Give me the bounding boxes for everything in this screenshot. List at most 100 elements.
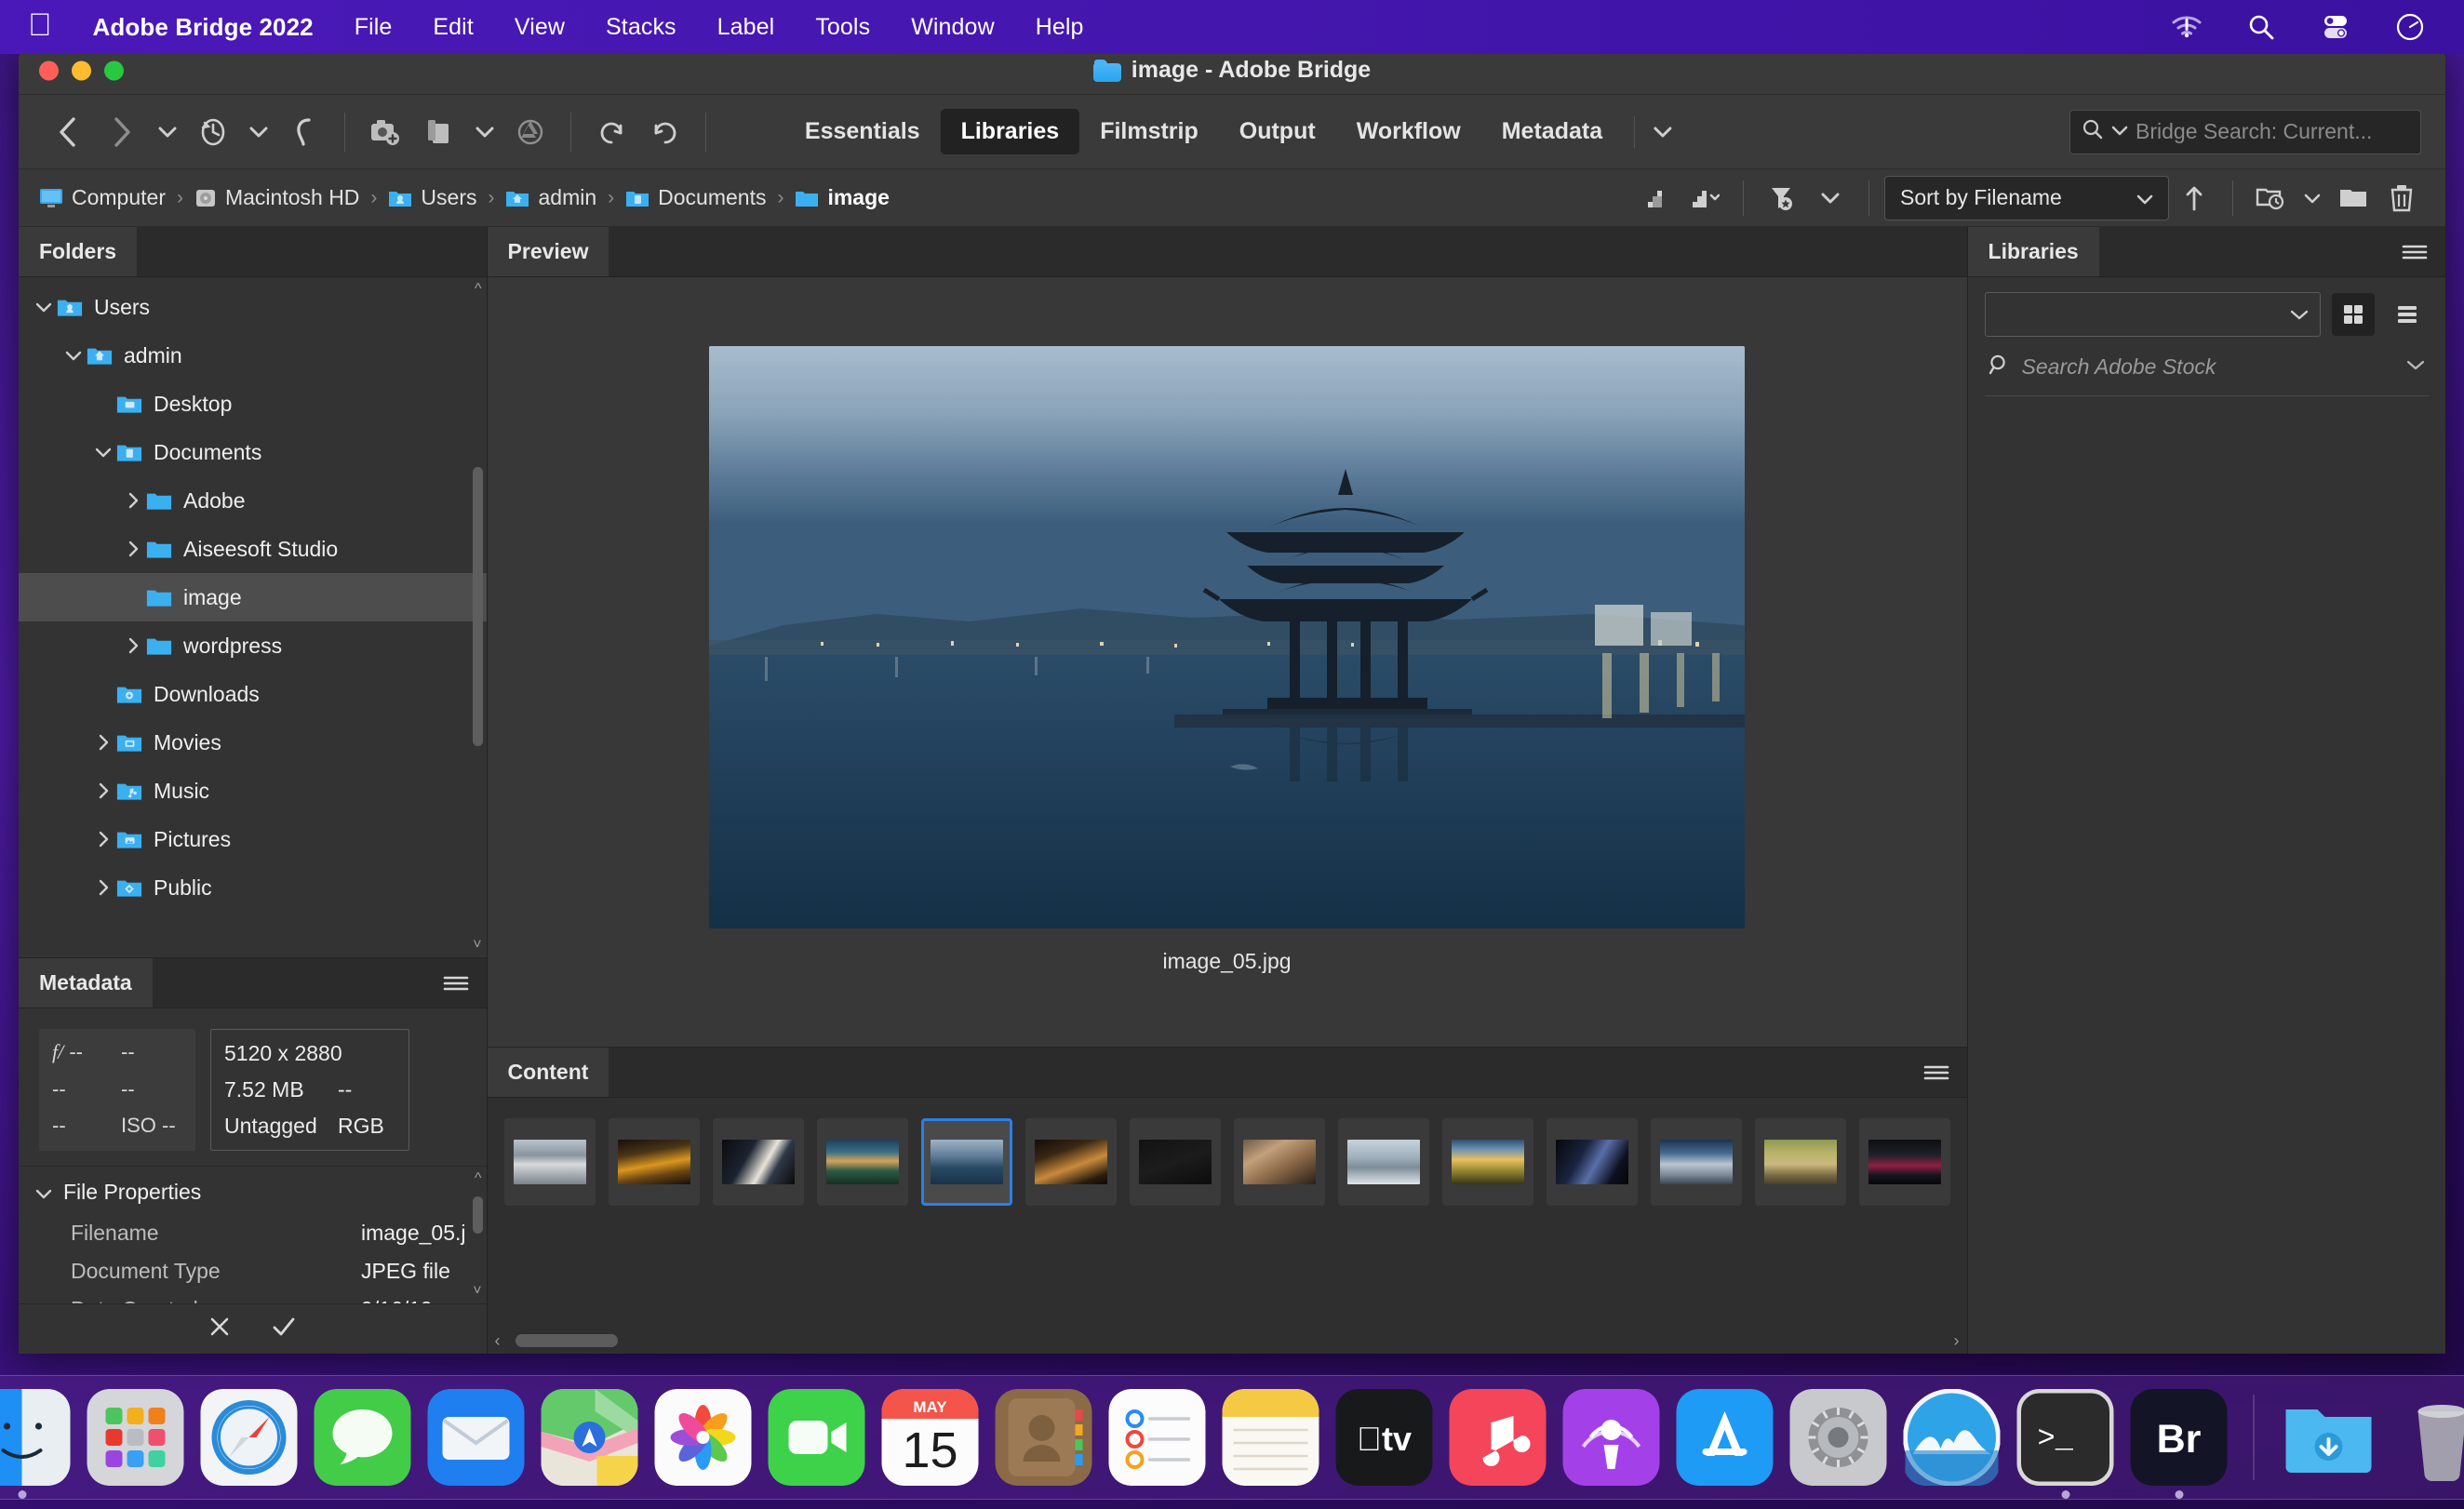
calendar-icon[interactable]: MAY15 <box>882 1389 979 1486</box>
grid-view-icon[interactable] <box>2332 293 2375 336</box>
filter-items-dropdown-icon[interactable] <box>1807 177 1854 220</box>
breadcrumb-image[interactable]: image <box>795 185 889 210</box>
tab-metadata-panel[interactable]: Metadata <box>19 958 153 1008</box>
twisty-right-icon[interactable] <box>91 879 115 896</box>
dock-item-launchpad[interactable] <box>87 1389 184 1486</box>
dock-item-photos[interactable] <box>655 1389 752 1486</box>
minimize-button[interactable] <box>72 60 91 80</box>
control-center-icon[interactable] <box>2317 8 2354 46</box>
recent-history-icon[interactable] <box>188 109 238 155</box>
filter-rating-icon[interactable] <box>1633 177 1680 220</box>
bridge-search-box[interactable]: Bridge Search: Current... <box>2069 110 2421 154</box>
search-input[interactable]: Bridge Search: Current... <box>2136 119 2372 144</box>
tab-preview[interactable]: Preview <box>488 227 609 276</box>
menu-window[interactable]: Window <box>891 14 1015 41</box>
twisty-down-icon[interactable] <box>32 301 56 313</box>
breadcrumb-users[interactable]: Users <box>388 185 476 210</box>
dock-item-messages[interactable] <box>315 1389 411 1486</box>
content-thumbnail-11[interactable] <box>1547 1118 1638 1206</box>
menu-file[interactable]: File <box>334 14 413 41</box>
dock-item-podcasts[interactable] <box>1563 1389 1660 1486</box>
dock-item-mail[interactable] <box>428 1389 525 1486</box>
sort-select[interactable]: Sort by Filename <box>1884 176 2169 220</box>
dock-item-bridge[interactable]: Br <box>2131 1389 2228 1486</box>
trash-icon[interactable] <box>2394 1389 2464 1486</box>
twisty-down-icon[interactable] <box>91 447 115 458</box>
dock-item-music[interactable] <box>1450 1389 1547 1486</box>
appstore-icon[interactable] <box>1677 1389 1774 1486</box>
adobe-stock-search-input[interactable]: Search Adobe Stock <box>2022 354 2216 380</box>
library-select[interactable] <box>1985 292 2321 337</box>
dock-item-finder[interactable] <box>0 1389 71 1486</box>
dock-item-appstore[interactable] <box>1677 1389 1774 1486</box>
finder-icon[interactable] <box>0 1389 71 1486</box>
twisty-right-icon[interactable] <box>91 782 115 799</box>
content-thumbnail-8[interactable] <box>1234 1118 1325 1206</box>
breadcrumb-computer[interactable]: Computer <box>39 185 166 210</box>
new-folder-icon[interactable] <box>2330 177 2377 220</box>
scroll-left-icon[interactable]: ‹ <box>495 1331 501 1351</box>
folder-tree-item-music[interactable]: Music <box>19 767 487 815</box>
dock-item-downloads-folder[interactable] <box>2281 1389 2377 1486</box>
dock-item-terminal[interactable]: >_ <box>2017 1389 2114 1486</box>
menu-stacks[interactable]: Stacks <box>585 14 697 41</box>
breadcrumb-documents[interactable]: Documents <box>625 185 766 210</box>
content-horizontal-scrollbar[interactable]: ‹ › <box>488 1328 1967 1354</box>
file-properties-twisty-down-icon[interactable] <box>35 1180 52 1205</box>
contacts-icon[interactable] <box>996 1389 1092 1486</box>
photos-icon[interactable] <box>655 1389 752 1486</box>
content-thumbnail-grid[interactable] <box>488 1098 1967 1328</box>
get-photos-from-camera-icon[interactable] <box>360 109 410 155</box>
folder-tree-item-public[interactable]: Public <box>19 863 487 912</box>
siri-icon[interactable] <box>2391 8 2429 46</box>
twisty-down-icon[interactable] <box>61 350 86 361</box>
sort-ascending-arrow-icon[interactable] <box>2171 177 2217 220</box>
messages-icon[interactable] <box>315 1389 411 1486</box>
apple-menu-icon[interactable]:  <box>22 9 73 45</box>
podcasts-icon[interactable] <box>1563 1389 1660 1486</box>
close-button[interactable] <box>39 60 59 80</box>
dock-item-notes[interactable] <box>1223 1389 1319 1486</box>
rotate-clockwise-icon[interactable] <box>640 109 690 155</box>
scroll-up-icon[interactable]: ^ <box>475 1170 482 1187</box>
maximize-button[interactable] <box>104 60 124 80</box>
content-thumbnail-4[interactable] <box>817 1118 908 1206</box>
adobe-stock-chevron-down-icon[interactable] <box>2406 359 2425 376</box>
twisty-right-icon[interactable] <box>121 492 145 509</box>
tab-content[interactable]: Content <box>488 1048 609 1097</box>
hamburger-menu-icon[interactable] <box>1906 1048 1967 1097</box>
hamburger-menu-icon[interactable] <box>2384 227 2445 276</box>
tab-libraries[interactable]: Libraries <box>941 109 1080 154</box>
twisty-right-icon[interactable] <box>121 541 145 557</box>
tab-workflow[interactable]: Workflow <box>1336 109 1481 154</box>
content-thumbnail-2[interactable] <box>609 1118 700 1206</box>
folder-tree-item-image[interactable]: image <box>19 573 487 621</box>
search-scope-chevron-down-icon[interactable] <box>2111 124 2128 140</box>
wifi-alert-icon[interactable] <box>2168 8 2205 46</box>
systemsettings-icon[interactable] <box>1790 1389 1887 1486</box>
adobe-stock-search[interactable]: Search Adobe Stock <box>1985 337 2429 396</box>
tab-libraries-panel[interactable]: Libraries <box>1968 227 2099 276</box>
content-thumbnail-1[interactable] <box>504 1118 596 1206</box>
folder-tree-item-movies[interactable]: Movies <box>19 718 487 767</box>
open-in-camera-raw-icon[interactable] <box>414 109 464 155</box>
folder-tree-item-downloads[interactable]: Downloads <box>19 670 487 718</box>
menu-app-name[interactable]: Adobe Bridge 2022 <box>73 13 334 42</box>
scroll-down-icon[interactable]: ˅ <box>473 1283 481 1300</box>
mail-icon[interactable] <box>428 1389 525 1486</box>
terminal-icon[interactable]: >_ <box>2017 1389 2114 1486</box>
content-thumbnail-10[interactable] <box>1442 1118 1533 1206</box>
back-arrow-icon[interactable] <box>43 109 93 155</box>
folder-tree-scrollbar[interactable]: ^˅ <box>470 281 485 954</box>
tab-essentials[interactable]: Essentials <box>784 109 941 154</box>
folder-tree-item-admin[interactable]: admin <box>19 331 487 380</box>
content-thumbnail-5[interactable] <box>921 1118 1012 1206</box>
dock-item-maps[interactable] <box>542 1389 638 1486</box>
rotate-counterclockwise-icon[interactable] <box>586 109 636 155</box>
content-thumbnail-3[interactable] <box>713 1118 804 1206</box>
chevron-down-icon[interactable] <box>151 109 184 155</box>
delete-trash-icon[interactable] <box>2378 177 2425 220</box>
spotlight-search-icon[interactable] <box>2243 8 2280 46</box>
folder-tree-item-users[interactable]: Users <box>19 283 487 331</box>
menu-tools[interactable]: Tools <box>795 14 891 41</box>
